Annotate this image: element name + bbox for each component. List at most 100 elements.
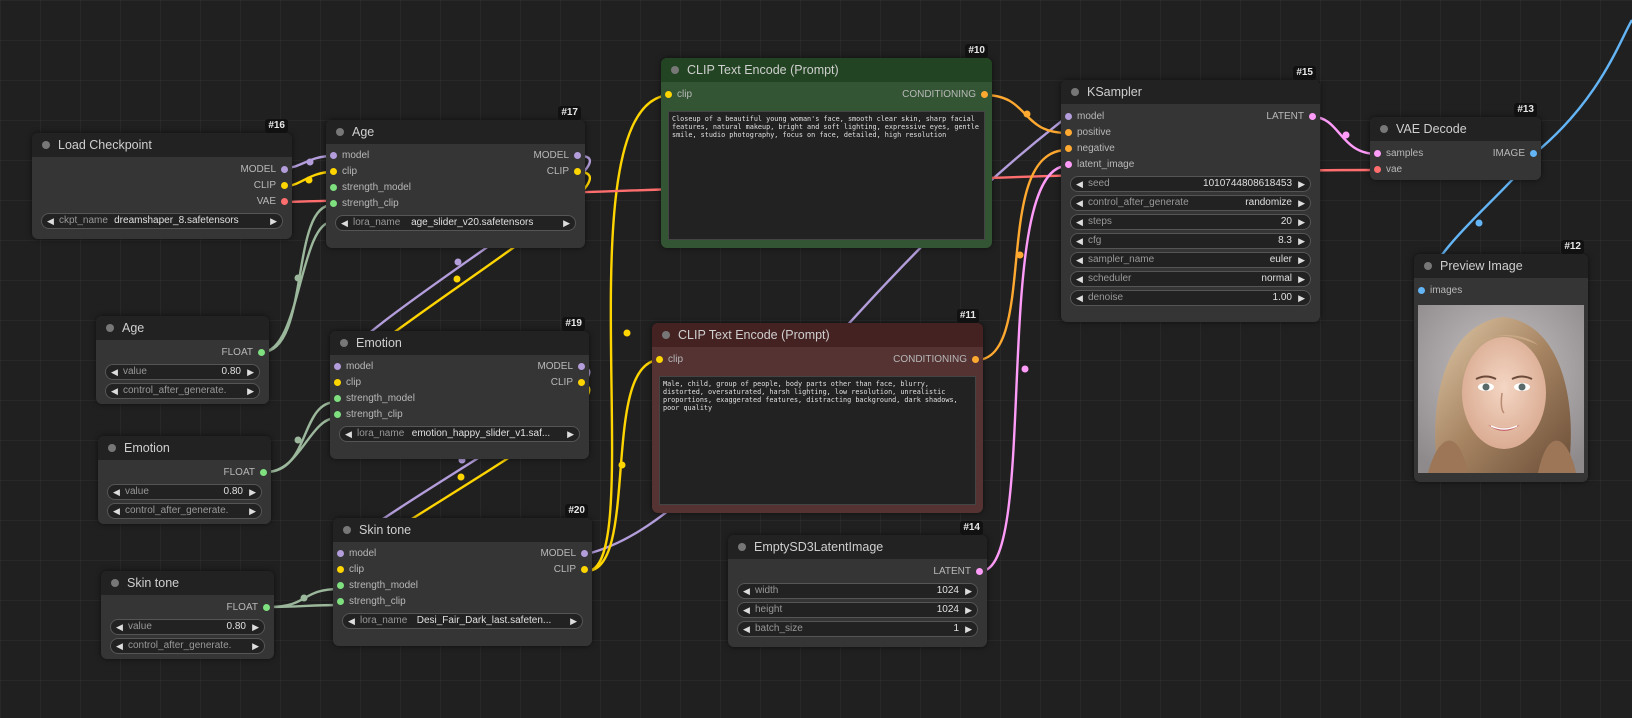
triangle-right-icon[interactable]: ▶ xyxy=(249,485,256,499)
triangle-left-icon[interactable]: ◀ xyxy=(47,214,54,228)
lora-name-widget[interactable]: ◀ lora_name Desi_Fair_Dark_last.safeten.… xyxy=(342,613,583,629)
input-strength-clip[interactable]: strength_clip xyxy=(337,594,406,610)
triangle-left-icon[interactable]: ◀ xyxy=(743,603,750,617)
output-image[interactable]: IMAGE xyxy=(1493,146,1537,162)
socket-icon[interactable] xyxy=(1374,150,1381,157)
socket-icon[interactable] xyxy=(330,152,337,159)
triangle-left-icon[interactable]: ◀ xyxy=(1076,196,1083,210)
triangle-right-icon[interactable]: ▶ xyxy=(1298,196,1305,210)
collapse-dot-icon[interactable] xyxy=(671,66,679,74)
socket-icon[interactable] xyxy=(258,349,265,356)
collapse-dot-icon[interactable] xyxy=(336,128,344,136)
socket-icon[interactable] xyxy=(337,598,344,605)
socket-icon[interactable] xyxy=(1530,150,1537,157)
triangle-left-icon[interactable]: ◀ xyxy=(1076,272,1083,286)
denoise-widget[interactable]: ◀ denoise 1.00 ▶ xyxy=(1070,290,1311,306)
input-model[interactable]: model xyxy=(334,359,373,375)
input-model[interactable]: model xyxy=(330,148,369,164)
socket-icon[interactable] xyxy=(972,356,979,363)
control-after-generate-widget[interactable]: ◀ control_after_generate randomize ▶ xyxy=(1070,195,1311,211)
triangle-right-icon[interactable]: ▶ xyxy=(965,584,972,598)
height-widget[interactable]: ◀ height 1024 ▶ xyxy=(737,602,978,618)
collapse-dot-icon[interactable] xyxy=(106,324,114,332)
socket-icon[interactable] xyxy=(581,550,588,557)
triangle-right-icon[interactable]: ▶ xyxy=(1298,253,1305,267)
socket-icon[interactable] xyxy=(263,604,270,611)
triangle-right-icon[interactable]: ▶ xyxy=(1298,177,1305,191)
collapse-dot-icon[interactable] xyxy=(1424,262,1432,270)
output-float[interactable]: FLOAT xyxy=(222,345,265,361)
input-samples[interactable]: samples xyxy=(1374,146,1423,162)
scheduler-widget[interactable]: ◀ scheduler normal ▶ xyxy=(1070,271,1311,287)
triangle-left-icon[interactable]: ◀ xyxy=(348,614,355,628)
triangle-left-icon[interactable]: ◀ xyxy=(111,365,118,379)
batch-size-widget[interactable]: ◀ batch_size 1 ▶ xyxy=(737,621,978,637)
node-title[interactable]: VAE Decode xyxy=(1370,117,1541,141)
triangle-right-icon[interactable]: ▶ xyxy=(570,614,577,628)
triangle-right-icon[interactable]: ▶ xyxy=(1298,291,1305,305)
socket-icon[interactable] xyxy=(578,379,585,386)
triangle-right-icon[interactable]: ▶ xyxy=(252,639,259,653)
ckpt-name-widget[interactable]: ◀ ckpt_name dreamshaper_8.safetensors ▶ xyxy=(41,213,283,229)
socket-icon[interactable] xyxy=(281,198,288,205)
collapse-dot-icon[interactable] xyxy=(42,141,50,149)
triangle-left-icon[interactable]: ◀ xyxy=(1076,177,1083,191)
socket-icon[interactable] xyxy=(334,363,341,370)
triangle-left-icon[interactable]: ◀ xyxy=(116,639,123,653)
triangle-right-icon[interactable]: ▶ xyxy=(965,603,972,617)
input-clip[interactable]: clip xyxy=(337,562,364,578)
output-float[interactable]: FLOAT xyxy=(227,600,270,616)
output-model[interactable]: MODEL xyxy=(537,359,585,375)
node-clip-text-encode-negative[interactable]: #11 CLIP Text Encode (Prompt) clip CONDIT… xyxy=(652,309,983,513)
socket-icon[interactable] xyxy=(334,411,341,418)
output-clip[interactable]: CLIP xyxy=(547,164,581,180)
node-title[interactable]: Skin tone xyxy=(333,518,592,542)
triangle-right-icon[interactable]: ▶ xyxy=(1298,272,1305,286)
input-strength-model[interactable]: strength_model xyxy=(337,578,418,594)
node-title[interactable]: Preview Image xyxy=(1414,254,1588,278)
output-conditioning[interactable]: CONDITIONING xyxy=(893,352,979,368)
node-skin-lora[interactable]: #20 Skin tone model MODEL clip CLIP streng… xyxy=(333,504,592,646)
triangle-left-icon[interactable]: ◀ xyxy=(1076,234,1083,248)
prompt-textarea[interactable]: Closeup of a beautiful young woman's fac… xyxy=(668,111,985,240)
socket-icon[interactable] xyxy=(330,184,337,191)
socket-icon[interactable] xyxy=(330,168,337,175)
output-model[interactable]: MODEL xyxy=(240,162,288,178)
triangle-left-icon[interactable]: ◀ xyxy=(743,584,750,598)
triangle-right-icon[interactable]: ▶ xyxy=(567,427,574,441)
collapse-dot-icon[interactable] xyxy=(662,331,670,339)
lora-name-widget[interactable]: ◀ lora_name age_slider_v20.safetensors ▶ xyxy=(335,215,576,231)
node-title[interactable]: Emotion xyxy=(98,436,271,460)
node-vae-decode[interactable]: #13 VAE Decode samples IMAGE vae xyxy=(1370,103,1541,180)
socket-icon[interactable] xyxy=(1065,129,1072,136)
node-title[interactable]: EmptySD3LatentImage xyxy=(728,535,987,559)
socket-icon[interactable] xyxy=(976,568,983,575)
triangle-right-icon[interactable]: ▶ xyxy=(1298,215,1305,229)
node-preview-image[interactable]: #12 Preview Image images xyxy=(1414,240,1588,482)
socket-icon[interactable] xyxy=(1309,113,1316,120)
socket-icon[interactable] xyxy=(334,395,341,402)
triangle-right-icon[interactable]: ▶ xyxy=(1298,234,1305,248)
input-strength-clip[interactable]: strength_clip xyxy=(334,407,403,423)
value-widget[interactable]: ◀ value 0.80 ▶ xyxy=(105,364,260,380)
triangle-right-icon[interactable]: ▶ xyxy=(252,620,259,634)
triangle-left-icon[interactable]: ◀ xyxy=(113,504,120,518)
triangle-left-icon[interactable]: ◀ xyxy=(743,622,750,636)
triangle-left-icon[interactable]: ◀ xyxy=(111,384,118,398)
input-strength-clip[interactable]: strength_clip xyxy=(330,196,399,212)
control-after-generate-widget[interactable]: ◀ control_after_generate. ▶ xyxy=(110,638,265,654)
triangle-left-icon[interactable]: ◀ xyxy=(1076,215,1083,229)
triangle-right-icon[interactable]: ▶ xyxy=(563,216,570,230)
input-clip[interactable]: clip xyxy=(330,164,357,180)
triangle-left-icon[interactable]: ◀ xyxy=(113,485,120,499)
socket-icon[interactable] xyxy=(1374,166,1381,173)
socket-icon[interactable] xyxy=(656,356,663,363)
node-age-lora[interactable]: #17 Age model MODEL clip CLIP strength_mod… xyxy=(326,106,585,248)
value-widget[interactable]: ◀ value 0.80 ▶ xyxy=(107,484,262,500)
socket-icon[interactable] xyxy=(281,166,288,173)
triangle-left-icon[interactable]: ◀ xyxy=(345,427,352,441)
preview-image[interactable] xyxy=(1418,305,1584,473)
triangle-left-icon[interactable]: ◀ xyxy=(1076,291,1083,305)
input-latent-image[interactable]: latent_image xyxy=(1065,157,1134,173)
output-model[interactable]: MODEL xyxy=(533,148,581,164)
